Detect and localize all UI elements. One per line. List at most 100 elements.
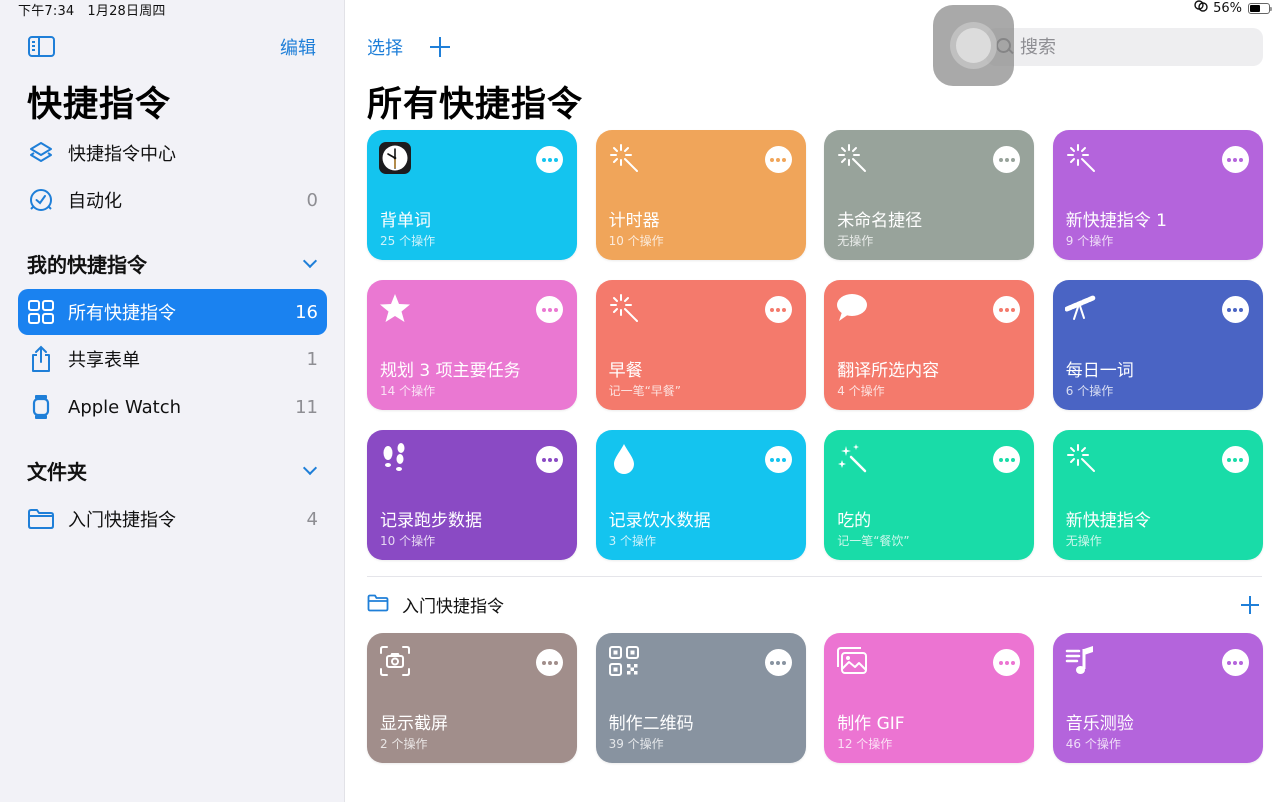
sidebar-item-label: 共享表单 bbox=[68, 350, 140, 371]
shortcut-action-count: 无操作 bbox=[1065, 534, 1102, 548]
sidebar: 下午7:34 1月28日周四 编辑 快捷指令 快捷指令中心 自动化 0 我的快捷… bbox=[0, 0, 345, 802]
sidebar-item-share-sheet[interactable]: 共享表单 1 bbox=[18, 336, 327, 382]
ellipsis-dot bbox=[1004, 660, 1009, 665]
more-options-button[interactable] bbox=[764, 146, 792, 173]
shortcut-card[interactable]: 早餐 记一笔“早餐” bbox=[595, 280, 806, 410]
sidebar-item-all-shortcuts[interactable]: 所有快捷指令 16 bbox=[18, 289, 327, 335]
ellipsis-dot bbox=[1233, 457, 1238, 462]
shortcut-card[interactable]: 新快捷指令 1 9 个操作 bbox=[1052, 130, 1263, 260]
ellipsis-dot bbox=[1010, 457, 1015, 462]
folder-add-button[interactable] bbox=[1241, 596, 1259, 614]
shortcut-card[interactable]: 记录跑步数据 10 个操作 bbox=[367, 430, 577, 560]
shortcut-name: 新快捷指令 1 bbox=[1065, 211, 1168, 231]
ellipsis-dot bbox=[541, 660, 546, 665]
ellipsis-dot bbox=[1233, 157, 1238, 162]
ellipsis-dot bbox=[547, 457, 552, 462]
more-options-button[interactable] bbox=[764, 649, 792, 676]
add-shortcut-button[interactable] bbox=[430, 37, 450, 57]
battery-fill bbox=[1250, 4, 1260, 12]
ellipsis-dot bbox=[1227, 660, 1232, 665]
more-options-button[interactable] bbox=[536, 649, 563, 676]
grid-icon bbox=[27, 298, 55, 326]
ellipsis-dot bbox=[998, 307, 1003, 312]
shortcut-card[interactable]: 计时器 10 个操作 bbox=[595, 130, 806, 260]
magic-wand-icon bbox=[836, 142, 868, 174]
my-shortcuts-section-header[interactable]: 我的快捷指令 bbox=[27, 249, 319, 278]
sidebar-toggle-button[interactable] bbox=[28, 36, 55, 57]
chevron-down-icon[interactable] bbox=[302, 253, 318, 268]
more-options-button[interactable] bbox=[536, 446, 563, 473]
folder-section-title: 入门快捷指令 bbox=[402, 597, 504, 617]
sidebar-item-gallery[interactable]: 快捷指令中心 bbox=[18, 130, 327, 176]
more-options-button[interactable] bbox=[1221, 296, 1249, 323]
ellipsis-dot bbox=[1227, 457, 1232, 462]
more-options-button[interactable] bbox=[764, 446, 792, 473]
more-options-button[interactable] bbox=[1221, 446, 1249, 473]
ellipsis-dot bbox=[1233, 307, 1238, 312]
search-field[interactable] bbox=[986, 28, 1263, 66]
chevron-down-icon[interactable] bbox=[302, 460, 318, 475]
ellipsis-dot bbox=[553, 307, 558, 312]
ellipsis-dot bbox=[1004, 157, 1009, 162]
more-options-button[interactable] bbox=[1221, 649, 1249, 676]
shortcut-card[interactable]: 背单词 25 个操作 bbox=[367, 130, 577, 260]
shortcut-card[interactable]: 新快捷指令 无操作 bbox=[1052, 430, 1263, 560]
sidebar-item-apple-watch[interactable]: Apple Watch 11 bbox=[18, 384, 327, 430]
shortcut-action-count: 无操作 bbox=[837, 234, 874, 248]
telescope-icon bbox=[1064, 292, 1097, 324]
ellipsis-dot bbox=[1233, 660, 1238, 665]
shortcut-card[interactable]: 规划 3 项主要任务 14 个操作 bbox=[367, 280, 577, 410]
folder-section-header[interactable]: 入门快捷指令 bbox=[367, 592, 504, 617]
more-options-button[interactable] bbox=[993, 296, 1021, 323]
magic-wand-icon bbox=[608, 292, 640, 324]
more-options-button[interactable] bbox=[536, 296, 563, 323]
shortcut-card[interactable]: 记录饮水数据 3 个操作 bbox=[595, 430, 806, 560]
link-icon bbox=[1193, 0, 1209, 16]
shortcut-card[interactable]: 未命名捷径 无操作 bbox=[824, 130, 1035, 260]
shortcut-card[interactable]: 吃的 记一笔“餐饮” bbox=[824, 430, 1035, 560]
ellipsis-dot bbox=[998, 660, 1003, 665]
folders-section-header[interactable]: 文件夹 bbox=[27, 456, 319, 485]
sidebar-item-label: Apple Watch bbox=[68, 396, 182, 418]
page-title: 所有快捷指令 bbox=[367, 85, 584, 125]
select-button[interactable]: 选择 bbox=[367, 34, 403, 60]
edit-button[interactable]: 编辑 bbox=[280, 34, 316, 60]
more-options-button[interactable] bbox=[993, 649, 1021, 676]
more-options-button[interactable] bbox=[764, 296, 792, 323]
section-title: 文件夹 bbox=[27, 460, 87, 484]
folder-icon bbox=[27, 505, 55, 533]
ellipsis-dot bbox=[1239, 457, 1244, 462]
shortcut-card[interactable]: 翻译所选内容 4 个操作 bbox=[824, 280, 1035, 410]
sidebar-item-count: 0 bbox=[306, 189, 318, 211]
shortcut-card[interactable]: 每日一词 6 个操作 bbox=[1052, 280, 1263, 410]
more-options-button[interactable] bbox=[1221, 146, 1249, 173]
status-clock: 下午7:34 bbox=[18, 4, 75, 19]
ellipsis-dot bbox=[782, 457, 787, 462]
sidebar-item-count: 4 bbox=[306, 508, 318, 530]
shortcut-card[interactable]: 显示截屏 2 个操作 bbox=[367, 633, 577, 763]
shortcut-card[interactable]: 制作二维码 39 个操作 bbox=[595, 633, 806, 763]
battery-percent: 56% bbox=[1213, 0, 1242, 16]
status-right: 56% bbox=[1193, 0, 1272, 16]
ellipsis-dot bbox=[1004, 457, 1009, 462]
ellipsis-dot bbox=[770, 457, 775, 462]
shortcut-card[interactable]: 音乐测验 46 个操作 bbox=[1052, 633, 1263, 763]
shortcuts-grid: 背单词 25 个操作 计时器 10 个操作 未命名捷径 无操作 新快捷指令 19 个操作规划… bbox=[367, 130, 1263, 560]
more-options-button[interactable] bbox=[536, 146, 563, 173]
ellipsis-dot bbox=[553, 457, 558, 462]
screenshot-icon bbox=[379, 645, 411, 677]
star-icon bbox=[379, 292, 411, 324]
layers-icon bbox=[27, 139, 55, 167]
shortcut-name: 翻译所选内容 bbox=[837, 361, 940, 381]
ellipsis-dot bbox=[1227, 157, 1232, 162]
sidebar-item-starter-folder[interactable]: 入门快捷指令 4 bbox=[18, 496, 327, 542]
search-input[interactable] bbox=[1020, 36, 1240, 58]
assistive-touch-button[interactable] bbox=[933, 5, 1014, 86]
more-options-button[interactable] bbox=[993, 446, 1021, 473]
more-options-button[interactable] bbox=[993, 146, 1021, 173]
ellipsis-dot bbox=[998, 157, 1003, 162]
shortcut-action-count: 10 个操作 bbox=[380, 534, 436, 548]
sidebar-item-automation[interactable]: 自动化 0 bbox=[18, 177, 327, 223]
shortcut-card[interactable]: 制作 GIF 12 个操作 bbox=[824, 633, 1035, 763]
shortcut-name: 每日一词 bbox=[1065, 361, 1134, 381]
